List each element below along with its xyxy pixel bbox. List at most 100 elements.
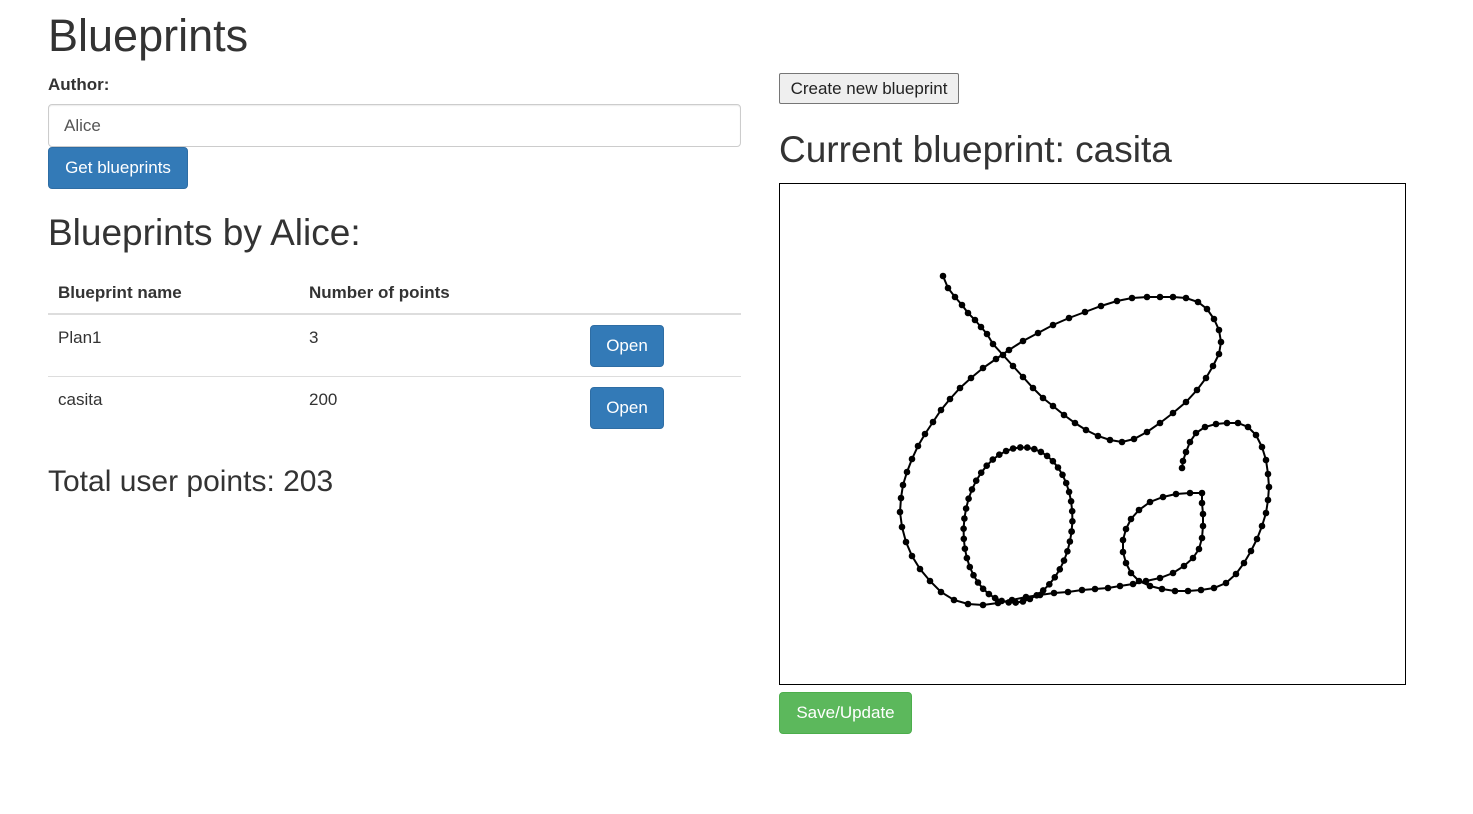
drawing-point — [1193, 386, 1201, 394]
drawing-point — [914, 442, 922, 450]
drawing-point — [1065, 488, 1073, 496]
drawing-point — [1135, 506, 1143, 514]
drawing-point — [1199, 522, 1207, 530]
drawing-point — [999, 351, 1007, 359]
drawing-point — [1065, 314, 1073, 322]
drawing-point — [963, 554, 971, 562]
drawing-point — [1203, 305, 1211, 313]
drawing-point — [979, 364, 987, 372]
drawing-point — [1186, 438, 1194, 446]
create-new-blueprint-button[interactable]: Create new blueprint — [779, 73, 959, 104]
drawing-point — [1039, 587, 1047, 594]
drawing-point — [1012, 599, 1019, 606]
drawing-point — [968, 486, 976, 493]
drawing-point — [921, 430, 929, 438]
drawing-point — [1180, 562, 1188, 570]
open-blueprint-button[interactable]: Open — [590, 325, 664, 367]
drawing-point — [1244, 423, 1252, 431]
drawing-point — [1078, 586, 1086, 594]
drawing-point — [1068, 507, 1076, 515]
drawing-point — [1178, 464, 1186, 472]
drawing-point — [1159, 493, 1167, 501]
drawing-point — [1182, 398, 1190, 406]
total-user-points: Total user points: 203 — [48, 465, 334, 498]
drawing-point — [1104, 584, 1112, 592]
drawing-point — [1127, 569, 1135, 577]
drawing-point — [1158, 585, 1166, 593]
drawing-point — [1198, 534, 1206, 542]
drawing-point — [1033, 592, 1040, 599]
drawing-point — [956, 384, 964, 392]
drawing-point — [1169, 293, 1177, 301]
drawing-point — [1135, 577, 1143, 585]
table-header-row: Blueprint name Number of points — [48, 272, 741, 315]
get-blueprints-button[interactable]: Get blueprints — [48, 147, 188, 189]
drawing-point — [989, 456, 997, 463]
drawing-point — [1122, 559, 1130, 567]
drawing-point — [1143, 428, 1151, 436]
drawing-point — [1194, 298, 1202, 306]
author-input[interactable] — [48, 104, 741, 147]
drawing-point — [1043, 452, 1051, 460]
drawing-point — [1264, 496, 1272, 504]
drawing-point — [1217, 338, 1225, 346]
drawing-point — [1116, 582, 1124, 590]
drawing-point — [1051, 574, 1059, 581]
drawing-point — [996, 451, 1003, 459]
drawing-point — [946, 395, 954, 403]
drawing-point — [1129, 580, 1137, 588]
drawing-point — [951, 293, 959, 301]
drawing-point — [1146, 582, 1154, 590]
drawing-point — [1156, 574, 1164, 582]
drawing-point — [929, 418, 937, 426]
drawing-point — [1019, 337, 1027, 345]
drawing-point — [1039, 394, 1047, 402]
drawing-point — [1265, 483, 1273, 491]
drawing-point — [1071, 419, 1079, 427]
drawing-point — [1106, 436, 1114, 444]
drawing-point — [1262, 456, 1270, 464]
drawing-point — [939, 272, 947, 280]
drawing-point — [950, 596, 958, 604]
drawing-point — [979, 585, 987, 593]
drawing-point — [1179, 457, 1187, 465]
blueprint-action-cell: Open — [580, 375, 741, 438]
drawing-point — [1264, 470, 1272, 478]
drawing-point — [944, 284, 952, 292]
drawing-point — [1026, 595, 1034, 603]
drawing-point — [1222, 579, 1230, 587]
drawing-point — [1069, 518, 1076, 525]
drawing-point — [977, 323, 985, 331]
drawing-point — [974, 579, 982, 586]
drawing-point — [908, 552, 916, 560]
drawing-point — [1128, 294, 1136, 302]
drawing-point — [1247, 547, 1255, 555]
drawing-point — [926, 577, 934, 585]
drawing-point — [960, 525, 967, 532]
drawing-point — [937, 406, 945, 414]
drawing-point — [972, 477, 980, 485]
blueprint-canvas[interactable] — [779, 183, 1406, 685]
drawing-point — [962, 505, 970, 512]
drawing-point — [1031, 445, 1038, 453]
save-update-button[interactable]: Save/Update — [779, 692, 912, 734]
drawing-point — [908, 455, 916, 463]
drawing-point — [1186, 489, 1194, 497]
drawing-point — [1197, 586, 1205, 594]
drawing-point — [1002, 447, 1010, 455]
drawing-point — [1029, 384, 1037, 392]
drawing-point — [937, 588, 945, 596]
drawing-point — [1019, 598, 1027, 605]
drawing-point — [983, 462, 990, 470]
column-header-points: Number of points — [299, 272, 580, 315]
drawing-point — [1223, 419, 1231, 427]
drawing-point — [1201, 423, 1209, 431]
open-blueprint-button[interactable]: Open — [590, 386, 664, 429]
drawing-point — [1189, 554, 1197, 562]
blueprint-action-cell: Open — [580, 314, 741, 376]
drawing-point — [1252, 431, 1260, 439]
drawing-point — [1054, 464, 1062, 471]
drawing-point — [1049, 402, 1057, 410]
drawing-point — [971, 316, 979, 324]
drawing-point — [1067, 498, 1075, 505]
